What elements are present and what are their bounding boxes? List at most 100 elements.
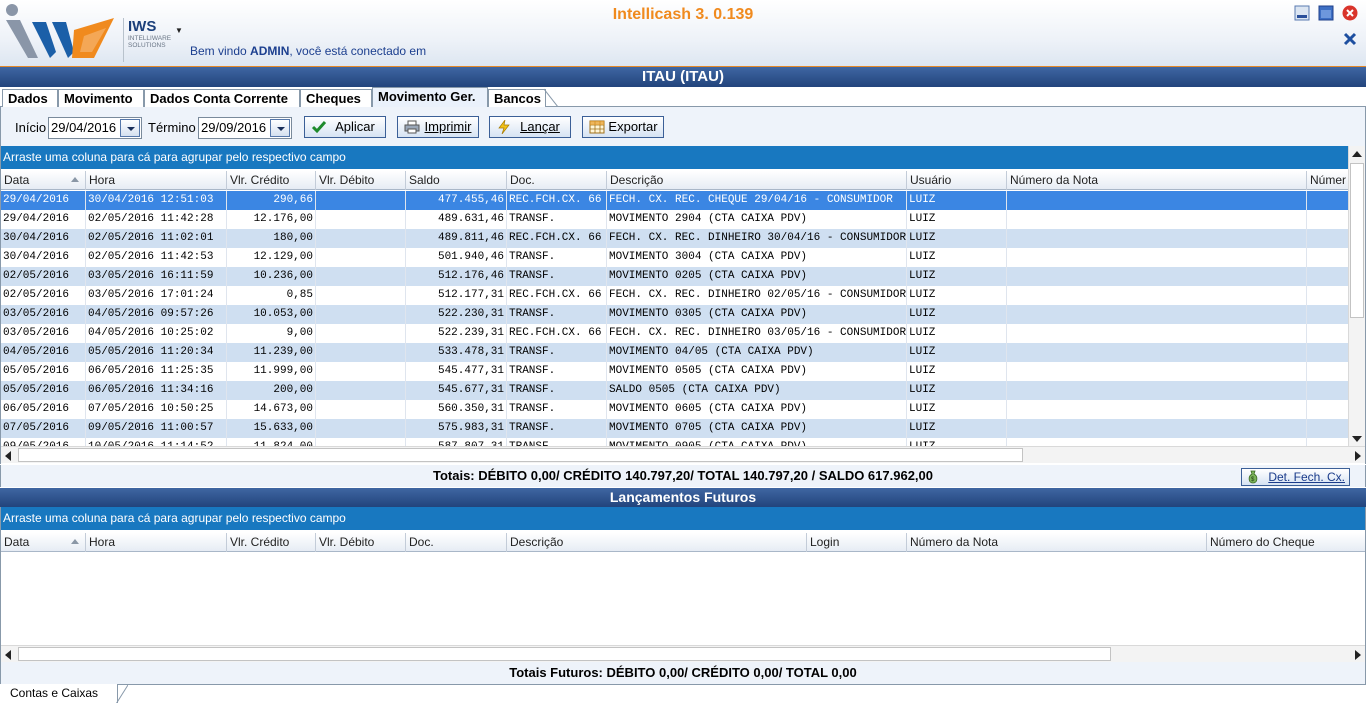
- fcol-numero-cheque[interactable]: Número do Cheque: [1207, 533, 1365, 552]
- fcol-vlr-credito[interactable]: Vlr. Crédito: [227, 533, 316, 552]
- cell-doc: REC.FCH.CX. 66: [507, 324, 607, 343]
- table-row[interactable]: 05/05/2016 06/05/2016 11:25:35 11.999,00 54…: [1, 362, 1348, 381]
- cell-vlr-credito: 200,00: [227, 381, 316, 400]
- inicio-date-field[interactable]: 29/04/2016: [48, 117, 142, 139]
- caret-down-icon[interactable]: ▼: [175, 26, 183, 35]
- hscroll-thumb[interactable]: [18, 448, 1023, 462]
- vertical-scrollbar[interactable]: [1348, 146, 1365, 447]
- cell-saldo: 477.455,46: [406, 191, 507, 210]
- tab-movimento[interactable]: Movimento: [58, 89, 144, 107]
- minimize-icon[interactable]: [1294, 5, 1310, 21]
- fcol-hora[interactable]: Hora: [86, 533, 227, 552]
- scroll-left-icon[interactable]: [5, 650, 11, 660]
- col-descricao[interactable]: Descrição: [607, 171, 907, 190]
- cell-usuario: LUIZ: [907, 267, 1007, 286]
- col-numero-cheque[interactable]: Númer: [1307, 171, 1348, 190]
- termino-date-field[interactable]: 29/09/2016: [198, 117, 292, 139]
- exportar-button[interactable]: Exportar: [582, 116, 664, 138]
- cell-vlr-debito: [316, 381, 406, 400]
- sort-asc-icon: [71, 539, 79, 544]
- horizontal-scrollbar[interactable]: [1, 446, 1365, 463]
- fcol-data[interactable]: Data: [1, 533, 86, 552]
- table-row[interactable]: 03/05/2016 04/05/2016 10:25:02 9,00 522.239…: [1, 324, 1348, 343]
- cell-descricao: FECH. CX. REC. DINHEIRO 30/04/16 - CONSU…: [607, 229, 907, 248]
- table-row[interactable]: 29/04/2016 02/05/2016 11:42:28 12.176,00 48…: [1, 210, 1348, 229]
- col-data[interactable]: Data: [1, 171, 86, 190]
- col-saldo[interactable]: Saldo: [406, 171, 507, 190]
- lancar-button[interactable]: Lançar: [489, 116, 571, 138]
- close-icon[interactable]: [1342, 5, 1358, 21]
- maximize-icon[interactable]: [1318, 5, 1334, 21]
- tab-movimento-ger[interactable]: Movimento Ger.: [372, 87, 488, 108]
- table-row[interactable]: 05/05/2016 06/05/2016 11:34:16 200,00 545.6…: [1, 381, 1348, 400]
- table-row[interactable]: 04/05/2016 05/05/2016 11:20:34 11.239,00 53…: [1, 343, 1348, 362]
- cell-vlr-debito: [316, 324, 406, 343]
- tab-bancos[interactable]: Bancos: [488, 89, 546, 107]
- group-by-panel[interactable]: Arraste uma coluna para cá para agrupar …: [1, 146, 1348, 169]
- table-row[interactable]: 06/05/2016 07/05/2016 10:50:25 14.673,00 56…: [1, 400, 1348, 419]
- table-row[interactable]: 30/04/2016 02/05/2016 11:02:01 180,00 489.8…: [1, 229, 1348, 248]
- col-numero-nota[interactable]: Número da Nota: [1007, 171, 1307, 190]
- scroll-right-icon[interactable]: [1355, 650, 1361, 660]
- fcol-descricao[interactable]: Descrição: [507, 533, 807, 552]
- scroll-right-icon[interactable]: [1355, 451, 1361, 461]
- future-hscroll-thumb[interactable]: [18, 647, 1111, 661]
- cell-data: 06/05/2016: [1, 400, 86, 419]
- cell-numero-nota: [1007, 400, 1307, 419]
- tab-contas-e-caixas[interactable]: Contas e Caixas: [0, 684, 118, 703]
- cell-saldo: 533.478,31: [406, 343, 507, 362]
- cell-vlr-credito: 11.239,00: [227, 343, 316, 362]
- cell-numero-nota: [1007, 419, 1307, 438]
- scroll-thumb[interactable]: [1350, 163, 1364, 318]
- cell-hora: 02/05/2016 11:42:28: [86, 210, 227, 229]
- table-row[interactable]: 30/04/2016 02/05/2016 11:42:53 12.129,00 50…: [1, 248, 1348, 267]
- main-totals: Totais: DÉBITO 0,00/ CRÉDITO 140.797,20/…: [0, 465, 1366, 487]
- chevron-down-icon[interactable]: [120, 119, 140, 137]
- tab-cheques[interactable]: Cheques: [300, 89, 372, 107]
- cell-doc: REC.FCH.CX. 66: [507, 286, 607, 305]
- cell-vlr-debito: [316, 229, 406, 248]
- welcome-user: ADMIN: [250, 44, 290, 58]
- scroll-down-icon[interactable]: [1352, 436, 1362, 442]
- table-row[interactable]: 03/05/2016 04/05/2016 09:57:26 10.053,00 52…: [1, 305, 1348, 324]
- movimento-grid: Arraste uma coluna para cá para agrupar …: [0, 146, 1366, 464]
- cell-vlr-credito: 290,66: [227, 191, 316, 210]
- check-icon: [311, 121, 327, 134]
- col-vlr-debito[interactable]: Vlr. Débito: [316, 171, 406, 190]
- fcol-login[interactable]: Login: [807, 533, 907, 552]
- det-fech-cx-button[interactable]: $ Det. Fech. Cx.: [1241, 468, 1350, 486]
- cell-data: 04/05/2016: [1, 343, 86, 362]
- cell-doc: TRANSF.: [507, 362, 607, 381]
- imprimir-button[interactable]: Imprimir: [397, 116, 479, 138]
- col-vlr-credito[interactable]: Vlr. Crédito: [227, 171, 316, 190]
- fcol-numero-nota[interactable]: Número da Nota: [907, 533, 1207, 552]
- future-horizontal-scrollbar[interactable]: [1, 645, 1365, 662]
- fcol-doc[interactable]: Doc.: [406, 533, 507, 552]
- tab-dados-conta-corrente[interactable]: Dados Conta Corrente: [144, 89, 300, 107]
- spreadsheet-icon: [589, 120, 605, 134]
- cell-saldo: 560.350,31: [406, 400, 507, 419]
- cell-data: 29/04/2016: [1, 210, 86, 229]
- table-row[interactable]: 29/04/2016 30/04/2016 12:51:03 290,66 477.4…: [1, 191, 1348, 210]
- cell-doc: REC.FCH.CX. 66: [507, 191, 607, 210]
- table-row[interactable]: 07/05/2016 09/05/2016 11:00:57 15.633,00 57…: [1, 419, 1348, 438]
- scroll-up-icon[interactable]: [1352, 151, 1362, 157]
- scroll-left-icon[interactable]: [5, 451, 11, 461]
- col-usuario[interactable]: Usuário: [907, 171, 1007, 190]
- cell-saldo: 512.177,31: [406, 286, 507, 305]
- welcome-prefix: Bem vindo: [190, 44, 251, 58]
- cell-vlr-debito: [316, 343, 406, 362]
- cell-usuario: LUIZ: [907, 191, 1007, 210]
- table-row[interactable]: 02/05/2016 03/05/2016 16:11:59 10.236,00 51…: [1, 267, 1348, 286]
- aplicar-button[interactable]: Aplicar: [304, 116, 386, 138]
- close-x-icon[interactable]: [1342, 31, 1358, 47]
- future-group-by-panel[interactable]: Arraste uma coluna para cá para agrupar …: [1, 507, 1365, 530]
- chevron-down-icon[interactable]: [270, 119, 290, 137]
- col-hora[interactable]: Hora: [86, 171, 227, 190]
- col-doc[interactable]: Doc.: [507, 171, 607, 190]
- cell-saldo: 501.940,46: [406, 248, 507, 267]
- tab-dados[interactable]: Dados: [2, 89, 58, 107]
- fcol-vlr-debito[interactable]: Vlr. Débito: [316, 533, 406, 552]
- det-fech-cx-label: Det. Fech. Cx.: [1268, 470, 1345, 484]
- table-row[interactable]: 02/05/2016 03/05/2016 17:01:24 0,85 512.177…: [1, 286, 1348, 305]
